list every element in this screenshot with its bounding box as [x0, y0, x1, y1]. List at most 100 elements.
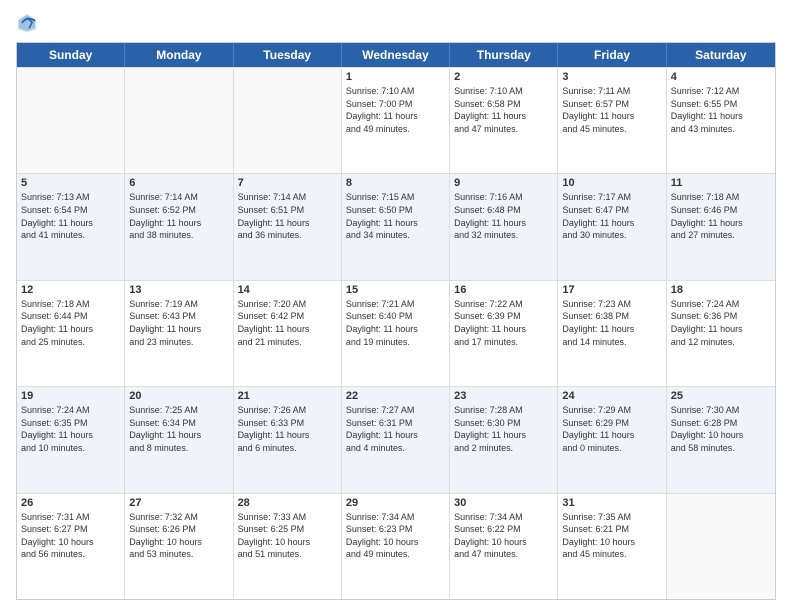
day-number: 4: [671, 71, 771, 83]
cell-info-line: Daylight: 10 hours: [21, 536, 120, 549]
header-day-wednesday: Wednesday: [342, 43, 450, 67]
cell-info-line: Sunrise: 7:10 AM: [454, 85, 553, 98]
cell-info-line: Daylight: 10 hours: [454, 536, 553, 549]
cell-info-line: and 14 minutes.: [562, 336, 661, 349]
cell-info-line: Sunset: 6:34 PM: [129, 417, 228, 430]
day-number: 9: [454, 177, 553, 189]
cell-info-line: Sunrise: 7:25 AM: [129, 404, 228, 417]
day-number: 16: [454, 284, 553, 296]
cell-info-line: and 34 minutes.: [346, 229, 445, 242]
cell-info-line: Sunrise: 7:16 AM: [454, 191, 553, 204]
cell-info-line: Daylight: 10 hours: [671, 429, 771, 442]
cell-info-line: Sunset: 6:52 PM: [129, 204, 228, 217]
header: [16, 12, 776, 34]
cal-row-1: 5Sunrise: 7:13 AMSunset: 6:54 PMDaylight…: [17, 173, 775, 279]
day-number: 1: [346, 71, 445, 83]
cell-info-line: Daylight: 11 hours: [129, 217, 228, 230]
cell-info-line: Sunrise: 7:15 AM: [346, 191, 445, 204]
cell-info-line: Sunrise: 7:29 AM: [562, 404, 661, 417]
cell-info-line: Sunrise: 7:24 AM: [21, 404, 120, 417]
cell-info-line: Daylight: 11 hours: [21, 429, 120, 442]
cal-cell-3-5: 24Sunrise: 7:29 AMSunset: 6:29 PMDayligh…: [558, 387, 666, 492]
cal-cell-3-4: 23Sunrise: 7:28 AMSunset: 6:30 PMDayligh…: [450, 387, 558, 492]
header-day-monday: Monday: [125, 43, 233, 67]
cell-info-line: and 6 minutes.: [238, 442, 337, 455]
cell-info-line: Sunset: 6:31 PM: [346, 417, 445, 430]
cal-cell-1-2: 7Sunrise: 7:14 AMSunset: 6:51 PMDaylight…: [234, 174, 342, 279]
cell-info-line: Sunset: 6:25 PM: [238, 523, 337, 536]
cell-info-line: Sunset: 6:51 PM: [238, 204, 337, 217]
cell-info-line: and 8 minutes.: [129, 442, 228, 455]
cell-info-line: Sunrise: 7:18 AM: [671, 191, 771, 204]
cell-info-line: and 45 minutes.: [562, 123, 661, 136]
cell-info-line: Sunset: 6:22 PM: [454, 523, 553, 536]
cal-cell-2-5: 17Sunrise: 7:23 AMSunset: 6:38 PMDayligh…: [558, 281, 666, 386]
cell-info-line: Daylight: 11 hours: [562, 429, 661, 442]
cell-info-line: Sunrise: 7:18 AM: [21, 298, 120, 311]
cal-row-3: 19Sunrise: 7:24 AMSunset: 6:35 PMDayligh…: [17, 386, 775, 492]
cal-cell-0-0: [17, 68, 125, 173]
cell-info-line: and 36 minutes.: [238, 229, 337, 242]
cell-info-line: Sunrise: 7:34 AM: [454, 511, 553, 524]
day-number: 6: [129, 177, 228, 189]
cell-info-line: Daylight: 11 hours: [454, 110, 553, 123]
cell-info-line: Sunrise: 7:13 AM: [21, 191, 120, 204]
cell-info-line: Sunrise: 7:35 AM: [562, 511, 661, 524]
cal-cell-2-3: 15Sunrise: 7:21 AMSunset: 6:40 PMDayligh…: [342, 281, 450, 386]
cell-info-line: and 0 minutes.: [562, 442, 661, 455]
cell-info-line: Daylight: 10 hours: [562, 536, 661, 549]
cell-info-line: Sunset: 6:30 PM: [454, 417, 553, 430]
day-number: 26: [21, 497, 120, 509]
cal-cell-3-0: 19 Sunrise: 7:24 AMSunset: 6:35 PMDayligh…: [17, 387, 125, 492]
cell-info-line: Sunset: 6:35 PM: [21, 417, 120, 430]
cell-info-line: Sunrise: 7:31 AM: [21, 511, 120, 524]
cal-cell-2-6: 18Sunrise: 7:24 AMSunset: 6:36 PMDayligh…: [667, 281, 775, 386]
cal-cell-4-6: [667, 494, 775, 599]
cal-cell-2-0: 12Sunrise: 7:18 AMSunset: 6:44 PMDayligh…: [17, 281, 125, 386]
calendar-body: 1Sunrise: 7:10 AMSunset: 7:00 PMDaylight…: [17, 67, 775, 599]
cell-info-line: and 51 minutes.: [238, 548, 337, 561]
cell-info-line: Sunrise: 7:20 AM: [238, 298, 337, 311]
day-number: 28: [238, 497, 337, 509]
cal-cell-2-2: 14Sunrise: 7:20 AMSunset: 6:42 PMDayligh…: [234, 281, 342, 386]
cell-info-line: and 21 minutes.: [238, 336, 337, 349]
cell-info-line: and 49 minutes.: [346, 123, 445, 136]
cell-info-line: and 47 minutes.: [454, 548, 553, 561]
cal-cell-1-4: 9Sunrise: 7:16 AMSunset: 6:48 PMDaylight…: [450, 174, 558, 279]
cal-cell-0-1: [125, 68, 233, 173]
cell-info-line: Sunrise: 7:26 AM: [238, 404, 337, 417]
cell-info-line: Sunset: 6:55 PM: [671, 98, 771, 111]
cell-info-line: Daylight: 11 hours: [21, 323, 120, 336]
cell-info-line: Daylight: 11 hours: [238, 429, 337, 442]
cell-info-line: Sunrise: 7:12 AM: [671, 85, 771, 98]
cal-cell-4-5: 31Sunrise: 7:35 AMSunset: 6:21 PMDayligh…: [558, 494, 666, 599]
cal-cell-0-2: [234, 68, 342, 173]
cell-info-line: Sunrise: 7:17 AM: [562, 191, 661, 204]
day-number: 23: [454, 390, 553, 402]
cell-info-line: Sunset: 6:39 PM: [454, 310, 553, 323]
day-number: 29: [346, 497, 445, 509]
day-number: 17: [562, 284, 661, 296]
cell-info-line: Daylight: 11 hours: [671, 323, 771, 336]
cell-info-line: Sunset: 6:33 PM: [238, 417, 337, 430]
cal-cell-4-1: 27Sunrise: 7:32 AMSunset: 6:26 PMDayligh…: [125, 494, 233, 599]
cell-info-line: Sunset: 6:27 PM: [21, 523, 120, 536]
cell-info-line: Sunrise: 7:23 AM: [562, 298, 661, 311]
header-day-tuesday: Tuesday: [234, 43, 342, 67]
cell-info-line: and 27 minutes.: [671, 229, 771, 242]
cal-row-4: 26Sunrise: 7:31 AMSunset: 6:27 PMDayligh…: [17, 493, 775, 599]
cell-info-line: Sunset: 6:57 PM: [562, 98, 661, 111]
cal-cell-4-2: 28Sunrise: 7:33 AMSunset: 6:25 PMDayligh…: [234, 494, 342, 599]
cell-info-line: Sunset: 6:28 PM: [671, 417, 771, 430]
cell-info-line: Sunset: 6:48 PM: [454, 204, 553, 217]
day-number: 11: [671, 177, 771, 189]
cell-info-line: and 12 minutes.: [671, 336, 771, 349]
cell-info-line: Daylight: 11 hours: [671, 217, 771, 230]
cell-info-line: Sunrise: 7:24 AM: [671, 298, 771, 311]
logo-icon: [16, 12, 38, 34]
header-day-saturday: Saturday: [667, 43, 775, 67]
day-number: 19: [21, 390, 120, 402]
header-day-thursday: Thursday: [450, 43, 558, 67]
day-number: 7: [238, 177, 337, 189]
day-number: 3: [562, 71, 661, 83]
